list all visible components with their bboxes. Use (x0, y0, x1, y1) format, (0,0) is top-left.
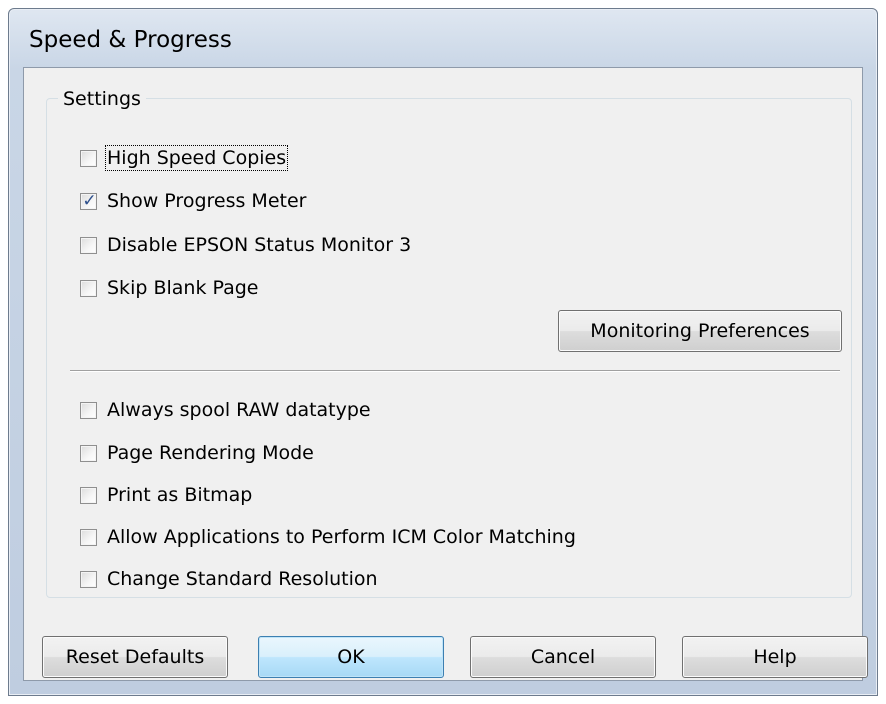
always-spool-raw-checkbox[interactable] (80, 401, 97, 419)
cancel-button[interactable]: Cancel (470, 636, 656, 678)
print-as-bitmap-checkbox[interactable] (80, 486, 97, 504)
skip-blank-page-label: Skip Blank Page (107, 277, 259, 299)
settings-group-title: Settings (58, 88, 146, 110)
dialog-window: Speed & Progress Settings High Speed Cop… (8, 8, 878, 696)
change-standard-resolution-label: Change Standard Resolution (107, 568, 378, 590)
allow-icm-color-matching-option[interactable]: Allow Applications to Perform ICM Color … (80, 524, 576, 550)
disable-status-monitor-label: Disable EPSON Status Monitor 3 (107, 234, 412, 256)
show-progress-meter-checkbox[interactable]: ✓ (80, 190, 97, 211)
change-standard-resolution-checkbox[interactable] (80, 570, 97, 588)
monitoring-preferences-button[interactable]: Monitoring Preferences (558, 310, 842, 352)
check-mark-icon: ✓ (82, 190, 97, 211)
disable-status-monitor-checkbox[interactable] (80, 236, 97, 254)
skip-blank-page-checkbox[interactable] (80, 279, 97, 297)
high-speed-copies-option[interactable]: High Speed Copies (80, 145, 289, 171)
print-as-bitmap-label: Print as Bitmap (107, 484, 253, 506)
always-spool-raw-option[interactable]: Always spool RAW datatype (80, 397, 371, 423)
high-speed-copies-label: High Speed Copies (104, 145, 289, 171)
show-progress-meter-option[interactable]: ✓ Show Progress Meter (80, 188, 306, 214)
page-rendering-mode-checkbox[interactable] (80, 444, 97, 462)
reset-defaults-button[interactable]: Reset Defaults (42, 636, 228, 678)
high-speed-copies-checkbox[interactable] (80, 149, 97, 167)
disable-status-monitor-option[interactable]: Disable EPSON Status Monitor 3 (80, 232, 411, 258)
change-standard-resolution-option[interactable]: Change Standard Resolution (80, 566, 378, 592)
page-rendering-mode-option[interactable]: Page Rendering Mode (80, 440, 314, 466)
show-progress-meter-label: Show Progress Meter (107, 190, 307, 212)
dialog-client-area: Settings High Speed Copies ✓ Show Progre… (23, 67, 868, 681)
print-as-bitmap-option[interactable]: Print as Bitmap (80, 482, 252, 508)
ok-button[interactable]: OK (258, 636, 444, 678)
help-button[interactable]: Help (682, 636, 868, 678)
settings-separator (70, 370, 840, 372)
always-spool-raw-label: Always spool RAW datatype (107, 399, 371, 421)
allow-icm-color-matching-label: Allow Applications to Perform ICM Color … (107, 526, 576, 548)
dialog-title: Speed & Progress (29, 27, 232, 53)
page-rendering-mode-label: Page Rendering Mode (107, 442, 314, 464)
allow-icm-color-matching-checkbox[interactable] (80, 528, 97, 546)
skip-blank-page-option[interactable]: Skip Blank Page (80, 275, 258, 301)
